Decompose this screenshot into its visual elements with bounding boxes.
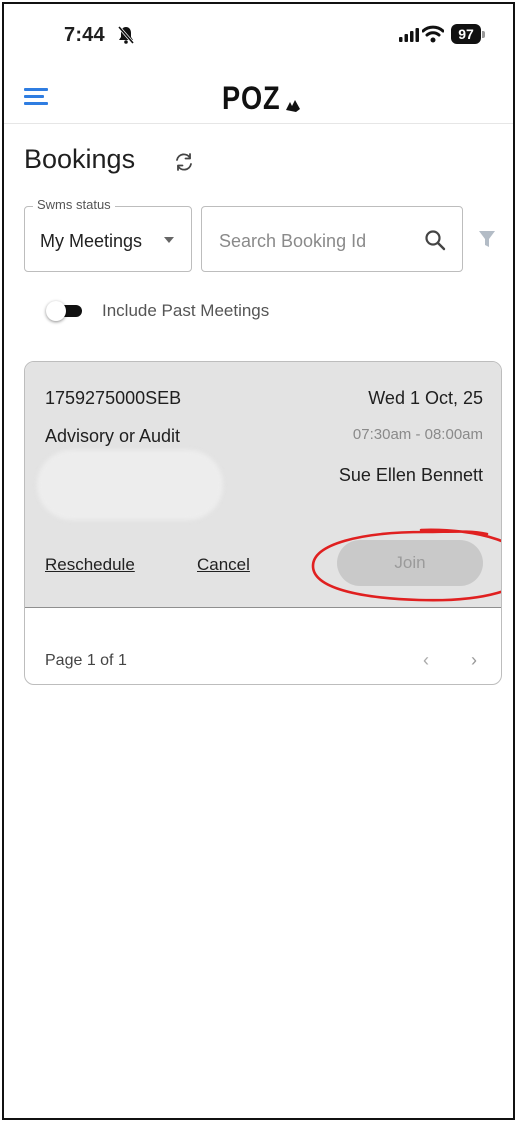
prev-page-button[interactable]: ‹	[423, 650, 429, 671]
booking-card-body: 1759275000SEB Wed 1 Oct, 25 Advisory or …	[25, 362, 501, 608]
caret-down-icon[interactable]	[164, 237, 174, 243]
battery-icon: 97	[451, 24, 481, 44]
redacted-area	[37, 450, 223, 520]
cellular-signal-icon	[399, 28, 419, 42]
app-header: POZ	[4, 72, 513, 124]
phone-screen: 7:44 97 POZ Bookings Swms status My Meet…	[2, 2, 515, 1120]
filter-icon[interactable]	[478, 230, 496, 248]
booking-id: 1759275000SEB	[45, 388, 182, 408]
reschedule-button[interactable]: Reschedule	[45, 555, 135, 575]
booking-date: Wed 1 Oct, 25	[368, 388, 483, 408]
logo-mark-icon	[286, 100, 300, 112]
pagination-label: Page 1 of 1	[45, 652, 127, 669]
booking-person: Sue Ellen Bennett	[338, 465, 483, 485]
page-title: Bookings	[24, 144, 136, 174]
booking-search-placeholder[interactable]: Search Booking Id	[219, 231, 366, 252]
include-past-toggle[interactable]	[46, 301, 84, 321]
wifi-icon	[422, 25, 444, 43]
swms-status-legend: Swms status	[33, 197, 115, 212]
toggle-thumb	[46, 301, 66, 321]
search-icon[interactable]	[424, 229, 446, 251]
refresh-icon[interactable]	[172, 150, 196, 174]
booking-card: 1759275000SEB Wed 1 Oct, 25 Advisory or …	[24, 361, 502, 685]
highlight-annotation	[311, 528, 501, 602]
include-past-label: Include Past Meetings	[102, 301, 270, 320]
next-page-button[interactable]: ›	[471, 650, 477, 671]
battery-tip	[482, 31, 485, 38]
booking-time: 07:30am - 08:00am	[352, 426, 483, 443]
booking-type: Advisory or Audit	[45, 426, 181, 446]
app-logo: POZ	[222, 80, 281, 116]
cancel-button[interactable]: Cancel	[197, 555, 250, 575]
status-bar: 7:44 97	[4, 4, 513, 66]
swms-status-value[interactable]: My Meetings	[40, 231, 142, 252]
status-time: 7:44	[64, 24, 105, 46]
silent-bell-icon	[117, 26, 135, 44]
hamburger-menu-icon[interactable]	[24, 88, 48, 108]
